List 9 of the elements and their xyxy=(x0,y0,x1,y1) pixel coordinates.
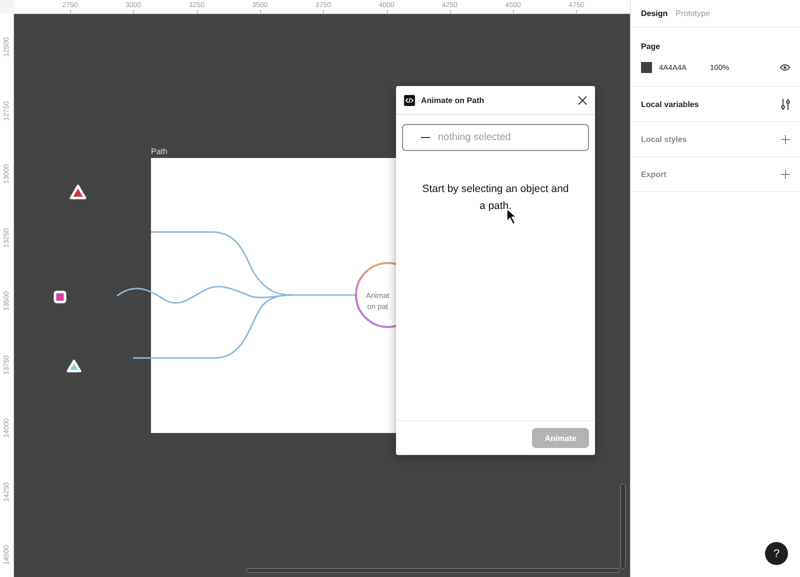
panel-tab[interactable]: Design xyxy=(641,9,668,18)
section-title[interactable]: Export xyxy=(641,170,781,178)
plugin-title: Animate on Path xyxy=(421,96,486,104)
section-title[interactable]: Local variables xyxy=(641,100,781,108)
frame-label[interactable]: Path xyxy=(151,147,168,156)
instruction-text: Start by selecting an object and a path. xyxy=(421,182,570,214)
section-title: Page xyxy=(641,42,662,50)
section-title[interactable]: Local styles xyxy=(641,134,781,144)
help-button[interactable]: ? xyxy=(765,542,788,565)
